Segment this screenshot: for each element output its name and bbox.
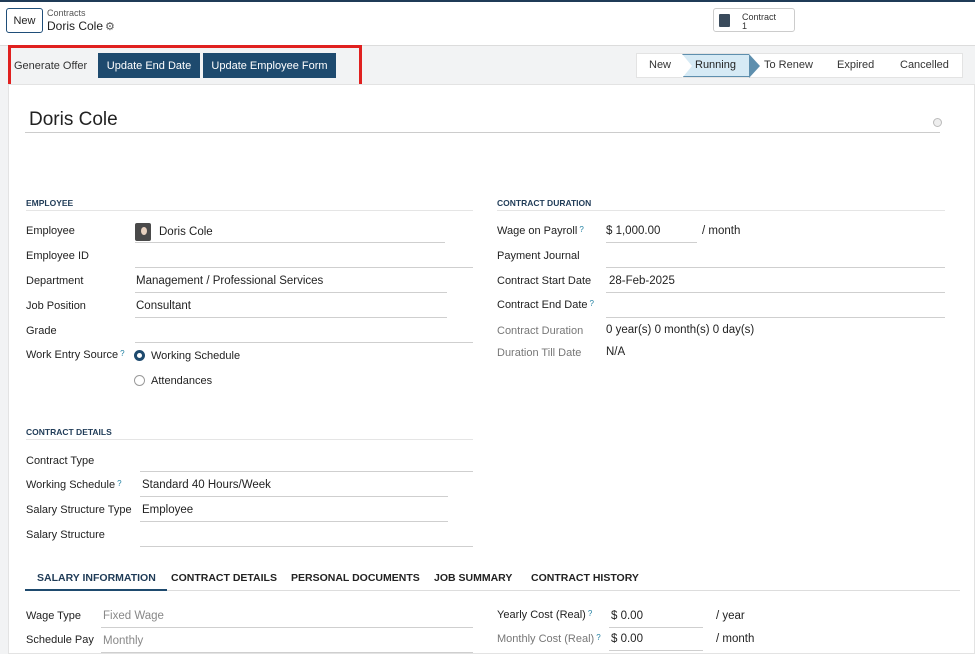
underline [606, 242, 697, 243]
employee-id-field[interactable] [135, 267, 473, 268]
contract-duration-label: Contract Duration [497, 325, 584, 337]
wage-type-label: Wage Type [26, 610, 82, 622]
tab-salary-information[interactable]: SALARY INFORMATION [37, 572, 156, 584]
active-tab-indicator [25, 589, 167, 591]
underline [609, 650, 703, 651]
divider [497, 210, 945, 211]
breadcrumb-contracts[interactable]: Contracts [47, 8, 86, 18]
salary-structure-type-field[interactable]: Employee [142, 504, 193, 516]
payment-journal-field[interactable] [606, 267, 945, 268]
working-schedule-field[interactable]: Standard 40 Hours/Week [142, 479, 271, 491]
tab-contract-history[interactable]: CONTRACT HISTORY [531, 572, 639, 584]
stage-new[interactable]: New [649, 54, 671, 77]
employee-field[interactable]: Doris Cole [159, 226, 213, 238]
breadcrumb-record-title: Doris Cole [47, 19, 104, 33]
radio-attendances-label: Attendances [151, 375, 213, 387]
working-schedule-label: Working Schedule? [26, 479, 122, 491]
underline [135, 242, 445, 243]
work-entry-source-label: Work Entry Source? [26, 349, 125, 361]
wage-type-field[interactable]: Fixed Wage [103, 610, 164, 622]
notebook-tabs: SALARY INFORMATION CONTRACT DETAILS PERS… [25, 565, 960, 591]
stage-to-renew[interactable]: To Renew [764, 54, 813, 77]
divider [26, 210, 473, 211]
underline [135, 292, 447, 293]
tab-contract-details[interactable]: CONTRACT DETAILS [171, 572, 277, 584]
contract-end-date-label: Contract End Date? [497, 299, 594, 311]
job-position-field[interactable]: Consultant [136, 300, 191, 312]
stage-cancelled[interactable]: Cancelled [900, 54, 949, 77]
tab-personal-documents[interactable]: PERSONAL DOCUMENTS [291, 572, 420, 584]
contract-details-section-title: CONTRACT DETAILS [26, 427, 112, 437]
job-position-label: Job Position [26, 300, 86, 312]
divider [26, 439, 473, 440]
contract-duration-value: 0 year(s) 0 month(s) 0 day(s) [606, 324, 755, 336]
contract-name: Doris Cole [29, 109, 118, 130]
stage-statusbar: New Running To Renew Expired Cancelled [636, 53, 963, 78]
wage-on-payroll-label: Wage on Payroll? [497, 225, 584, 237]
salary-structure-label: Salary Structure [26, 529, 105, 541]
stage-expired[interactable]: Expired [837, 54, 874, 77]
employee-label: Employee [26, 225, 75, 237]
book-icon [719, 14, 730, 27]
stage-running-label: Running [695, 59, 736, 71]
radio-working-schedule[interactable] [134, 350, 145, 361]
duration-till-date-value: N/A [606, 346, 626, 358]
schedule-pay-field[interactable]: Monthly [103, 635, 143, 647]
avatar [135, 223, 151, 241]
employee-id-label: Employee ID [26, 250, 89, 262]
underline [101, 627, 473, 628]
monthly-cost-unit: / month [716, 633, 755, 645]
contract-duration-section-title: CONTRACT DURATION [497, 198, 592, 208]
smart-button-label: Contract [742, 12, 777, 22]
underline [101, 652, 473, 653]
form-sheet: Doris Cole EMPLOYEE Employee Doris Cole … [8, 84, 975, 654]
wage-unit: / month [702, 225, 741, 237]
payment-journal-label: Payment Journal [497, 250, 580, 262]
contract-type-label: Contract Type [26, 455, 95, 467]
monthly-cost-label: Monthly Cost (Real)? [497, 633, 601, 645]
salary-structure-field[interactable] [140, 546, 473, 547]
yearly-cost-label: Yearly Cost (Real)? [497, 609, 593, 621]
contract-start-date-label: Contract Start Date [497, 275, 592, 287]
yearly-cost-field[interactable]: $ 0.00 [611, 610, 643, 622]
gear-icon[interactable]: ⚙ [105, 20, 115, 33]
status-indicator[interactable] [933, 118, 942, 127]
grade-label: Grade [26, 325, 57, 337]
stage-running[interactable]: Running [682, 54, 760, 78]
monthly-cost-field[interactable]: $ 0.00 [611, 633, 643, 645]
department-field[interactable]: Management / Professional Services [136, 275, 323, 287]
employee-section-title: EMPLOYEE [26, 198, 74, 208]
underline [140, 521, 448, 522]
schedule-pay-label: Schedule Pay [26, 634, 94, 646]
wage-field[interactable]: $ 1,000.00 [606, 225, 660, 237]
contract-type-field[interactable] [140, 471, 473, 472]
smart-button-count: 1 [742, 21, 748, 31]
radio-working-schedule-label: Working Schedule [151, 350, 241, 362]
contract-start-date-field[interactable]: 28-Feb-2025 [609, 275, 675, 287]
underline [140, 496, 448, 497]
yearly-cost-unit: / year [716, 610, 745, 622]
control-panel: New Contracts Doris Cole ⚙ Contract 1 [0, 2, 975, 46]
salary-structure-type-label: Salary Structure Type [26, 504, 132, 516]
underline [606, 292, 945, 293]
underline [135, 317, 447, 318]
underline [609, 627, 703, 628]
department-label: Department [26, 275, 84, 287]
contract-smart-button[interactable]: Contract 1 [713, 8, 795, 32]
new-button[interactable]: New [6, 8, 43, 33]
tab-job-summary[interactable]: JOB SUMMARY [434, 572, 512, 584]
duration-till-date-label: Duration Till Date [497, 347, 582, 359]
radio-attendances[interactable] [134, 375, 145, 386]
contract-name-field[interactable]: Doris Cole [25, 107, 940, 133]
grade-field[interactable] [135, 342, 473, 343]
contract-end-date-field[interactable] [606, 317, 945, 318]
